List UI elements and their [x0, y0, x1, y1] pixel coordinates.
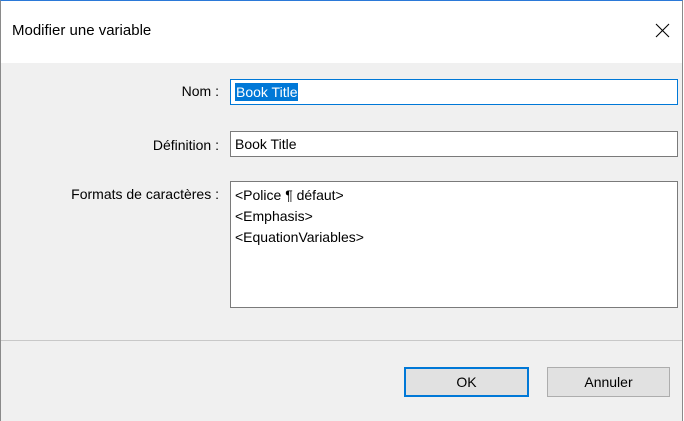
formats-listbox[interactable]: <Police ¶ défaut> <Emphasis> <EquationVa… — [230, 181, 678, 308]
close-icon — [655, 23, 670, 38]
list-item[interactable]: <EquationVariables> — [235, 227, 673, 248]
footer-divider — [1, 340, 682, 341]
dialog-title: Modifier une variable — [12, 22, 152, 39]
list-item[interactable]: <Emphasis> — [235, 206, 673, 227]
title-bar[interactable]: Modifier une variable — [1, 1, 682, 63]
list-item[interactable]: <Police ¶ défaut> — [235, 185, 673, 206]
name-field[interactable]: Book Title — [230, 79, 678, 105]
definition-field[interactable]: Book Title — [230, 131, 678, 157]
definition-label: Définition : — [152, 137, 219, 153]
dialog-window: Modifier une variable Nom : Book Title D… — [0, 0, 683, 421]
close-button[interactable] — [642, 10, 682, 50]
ok-button[interactable]: OK — [404, 367, 529, 397]
definition-field-value: Book Title — [235, 136, 297, 152]
cancel-button[interactable]: Annuler — [547, 367, 670, 397]
formats-label: Formats de caractères : — [71, 186, 219, 202]
name-label: Nom : — [181, 83, 219, 99]
name-field-value: Book Title — [235, 83, 299, 101]
